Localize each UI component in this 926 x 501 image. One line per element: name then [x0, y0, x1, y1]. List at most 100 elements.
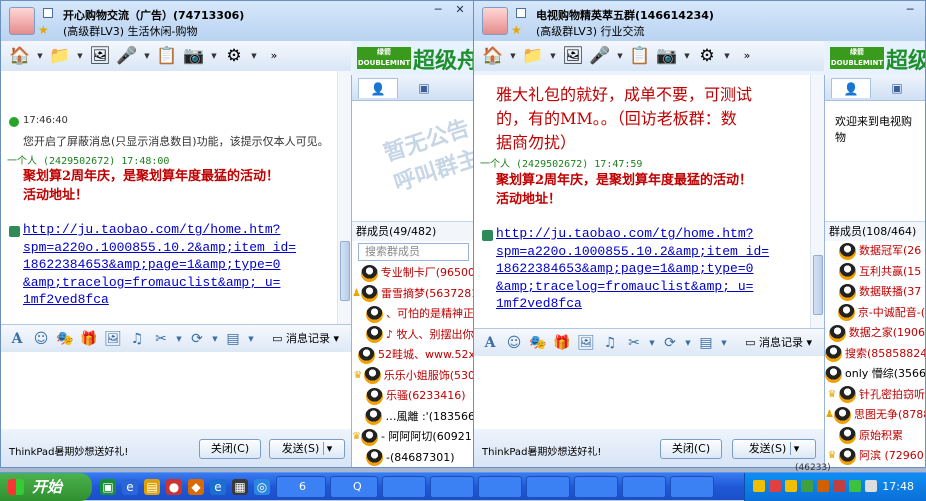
- close-button[interactable]: 关闭(C): [660, 439, 722, 459]
- shake-icon[interactable]: ⟳: [187, 329, 207, 349]
- home-icon[interactable]: 🏠: [9, 45, 31, 67]
- font-icon[interactable]: A: [7, 329, 27, 349]
- tab-members[interactable]: 👤: [358, 77, 398, 98]
- member-item[interactable]: …風離 :'(183566: [352, 407, 475, 428]
- send-button[interactable]: 发送(S) ▾: [269, 439, 345, 459]
- chevron-down-icon[interactable]: ▼: [720, 333, 728, 353]
- camera-icon[interactable]: 📷: [656, 45, 678, 67]
- close-button[interactable]: 关闭(C): [199, 439, 261, 459]
- tray-icon[interactable]: [753, 480, 765, 492]
- member-item[interactable]: only 懵综(3566: [825, 364, 925, 385]
- ad-link[interactable]: ThinkPad暑期妙想送好礼!: [9, 443, 128, 458]
- taskbar-button-app[interactable]: [430, 476, 474, 498]
- desktop-icon[interactable]: ▣: [100, 479, 116, 495]
- emoji-icon[interactable]: ☺: [504, 333, 524, 353]
- folder-icon[interactable]: 📁: [49, 45, 71, 67]
- app-icon[interactable]: ◆: [188, 479, 204, 495]
- taskbar-button-app[interactable]: [382, 476, 426, 498]
- chevron-down-icon[interactable]: ▼: [250, 45, 258, 67]
- member-item[interactable]: ♛ 针孔密拍窃听: [825, 385, 925, 406]
- app-icon[interactable]: ▦: [232, 479, 248, 495]
- scissors-icon[interactable]: ✂: [151, 329, 171, 349]
- tray-icon[interactable]: [769, 480, 781, 492]
- taskbar-button-app[interactable]: [526, 476, 570, 498]
- member-item[interactable]: ♟ 思图无争(8788: [825, 405, 925, 426]
- scrollbar[interactable]: [810, 75, 824, 328]
- qq-icon[interactable]: ◎: [254, 479, 270, 495]
- group-avatar[interactable]: [9, 7, 35, 35]
- member-item[interactable]: 互利共赢(15: [825, 262, 925, 283]
- camera-icon[interactable]: 📷: [183, 45, 205, 67]
- member-item[interactable]: 数据之家(1906: [825, 323, 925, 344]
- member-item[interactable]: 专业制卡厂(96500: [352, 263, 475, 284]
- tray-icon[interactable]: [865, 480, 877, 492]
- member-item[interactable]: -(84687301): [352, 448, 475, 468]
- member-item[interactable]: 数据冠军(26: [825, 241, 925, 262]
- send-button[interactable]: 发送(S) ▾: [732, 439, 816, 459]
- member-item[interactable]: 、可怕的是精神正: [352, 304, 475, 325]
- close-window-button[interactable]: ✕: [453, 3, 467, 17]
- taskbar-button-app[interactable]: [478, 476, 522, 498]
- chevron-down-icon[interactable]: ▼: [616, 45, 624, 67]
- message-link[interactable]: http://ju.taobao.com/tg/home.htm? spm=a2…: [23, 221, 296, 309]
- message-input[interactable]: [474, 356, 824, 429]
- minimize-button[interactable]: ─: [903, 3, 917, 17]
- music-icon[interactable]: ♫: [600, 333, 620, 353]
- chevron-down-icon[interactable]: ▼: [76, 45, 84, 67]
- message-history-button[interactable]: ▭ 消息记录 ▾: [268, 329, 343, 349]
- taskbar-button-app[interactable]: [622, 476, 666, 498]
- more-format-icon[interactable]: ▤: [696, 333, 716, 353]
- member-item[interactable]: ♛ - 阿阿阿切(609211: [352, 427, 475, 448]
- board-icon[interactable]: 🖼: [89, 45, 111, 67]
- minimize-button[interactable]: ─: [431, 3, 445, 17]
- tab-members[interactable]: 👤: [831, 77, 871, 98]
- font-icon[interactable]: A: [480, 333, 500, 353]
- gift-icon[interactable]: 🎁: [79, 329, 99, 349]
- chevron-down-icon[interactable]: ▼: [175, 329, 183, 349]
- message-history-button[interactable]: ▭ 消息记录 ▾: [741, 333, 816, 353]
- ad-banner[interactable]: 绿箭DOUBLEMINT 超级舟: [353, 41, 475, 75]
- group-avatar[interactable]: [482, 7, 508, 35]
- tray-icon[interactable]: [817, 480, 829, 492]
- chevron-down-icon[interactable]: ▼: [211, 329, 219, 349]
- chevron-down-icon[interactable]: ▼: [683, 45, 691, 67]
- chevron-down-icon[interactable]: ▼: [36, 45, 44, 67]
- ad-link[interactable]: ThinkPad暑期妙想送好礼!: [482, 443, 601, 458]
- more-icon[interactable]: »: [263, 45, 285, 67]
- tray-icon[interactable]: [833, 480, 845, 492]
- home-icon[interactable]: 🏠: [482, 45, 504, 67]
- shake-icon[interactable]: ⟳: [660, 333, 680, 353]
- member-item[interactable]: 乐骚(6233416): [352, 386, 475, 407]
- scissors-icon[interactable]: ✂: [624, 333, 644, 353]
- chevron-down-icon[interactable]: ▼: [684, 333, 692, 353]
- emoji-icon[interactable]: ☺: [31, 329, 51, 349]
- member-item[interactable]: 京-中诚配音-(: [825, 303, 925, 324]
- member-item[interactable]: ♪ 牧人、别摆出你: [352, 325, 475, 346]
- ad-banner[interactable]: 绿箭DOUBLEMINT 超级舟: [826, 41, 925, 75]
- tab-files[interactable]: ▣: [877, 78, 917, 98]
- tray-icon[interactable]: [785, 480, 797, 492]
- member-item[interactable]: ♟ 雷雪摘梦(5637281: [352, 284, 475, 305]
- member-item[interactable]: 搜索(85858824: [825, 344, 925, 365]
- taskbar-button-app[interactable]: [574, 476, 618, 498]
- chevron-down-icon[interactable]: ▼: [509, 45, 517, 67]
- image-icon[interactable]: 🖼: [576, 333, 596, 353]
- tab-files[interactable]: ▣: [404, 78, 444, 98]
- browser-icon[interactable]: e: [122, 479, 138, 495]
- notice-icon[interactable]: 📋: [156, 45, 178, 67]
- more-format-icon[interactable]: ▤: [223, 329, 243, 349]
- gear-icon[interactable]: ⚙: [696, 45, 718, 67]
- member-item[interactable]: ♛ 乐乐小姐服饰(530: [352, 366, 475, 387]
- notice-icon[interactable]: 📋: [629, 45, 651, 67]
- board-icon[interactable]: 🖼: [562, 45, 584, 67]
- chevron-down-icon[interactable]: ▼: [723, 45, 731, 67]
- start-button[interactable]: 开始: [0, 473, 92, 501]
- scrollbar[interactable]: [337, 71, 351, 324]
- member-item[interactable]: 数据联播(37: [825, 282, 925, 303]
- magic-icon[interactable]: 🎭: [55, 329, 75, 349]
- member-item[interactable]: 52畦城、www.52x: [352, 345, 475, 366]
- member-item[interactable]: ♛ 阿滨 (72960: [825, 446, 925, 467]
- taskbar-button-qq[interactable]: Q: [330, 476, 378, 498]
- message-link[interactable]: http://ju.taobao.com/tg/home.htm? spm=a2…: [496, 225, 769, 313]
- chevron-down-icon[interactable]: ▼: [247, 329, 255, 349]
